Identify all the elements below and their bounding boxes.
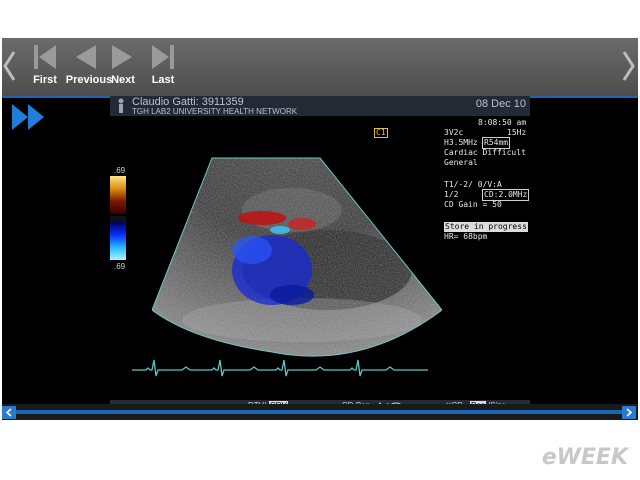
chevron-right-icon — [626, 408, 633, 417]
info-cd-line: 1/2 — [444, 190, 459, 199]
fast-forward-button[interactable] — [10, 102, 48, 137]
exam-date: 08 Dec 10 — [475, 98, 526, 110]
fast-forward-icon — [12, 104, 44, 130]
ecg-trace — [132, 359, 428, 377]
viewer-frame: First Previous Next Last Claudio Gatti: … — [2, 38, 638, 420]
scroll-right-button[interactable] — [622, 406, 636, 419]
info-preset-2: General — [444, 158, 478, 167]
scale-positive — [110, 176, 126, 214]
toolbar-right-arrow[interactable] — [620, 46, 636, 86]
toolbar-left-arrow[interactable] — [2, 46, 18, 86]
c1-marker: C1 — [374, 128, 388, 138]
slideshow-toolbar: First Previous Next Last — [2, 38, 638, 96]
ultrasound-image — [152, 157, 442, 357]
skip-last-icon — [152, 45, 174, 69]
chevron-left-icon — [5, 408, 12, 417]
scale-top-value: .69 — [114, 166, 126, 175]
horizontal-scrollbar[interactable] — [2, 404, 638, 420]
eweek-watermark: eWEEK — [541, 445, 628, 470]
institution-name: TGH LAB2 UNIVERSITY HEALTH NETWORK — [132, 107, 298, 116]
info-time: 8:08:50 am — [478, 118, 527, 127]
info-heart-rate: HR= 68bpm — [444, 232, 488, 241]
last-button[interactable]: Last — [138, 40, 188, 90]
patient-header: Claudio Gatti: 3911359 TGH LAB2 UNIVERSI… — [110, 96, 530, 116]
scale-negative — [110, 222, 126, 260]
skip-first-icon — [34, 45, 56, 69]
person-icon — [118, 98, 124, 113]
scroll-track[interactable] — [16, 410, 622, 414]
last-label: Last — [151, 74, 175, 86]
info-frequency: H3.5MHz — [444, 138, 478, 147]
next-icon — [112, 45, 132, 69]
info-probe: 3V2c — [444, 128, 464, 137]
scale-bottom-value: .69 — [114, 262, 126, 271]
info-preset-1: Cardiac Difficult — [444, 148, 526, 157]
info-store-status: Store in progress — [444, 222, 528, 232]
scroll-left-button[interactable] — [2, 406, 16, 419]
patient-name: Claudio Gatti: 3911359 — [132, 96, 244, 108]
previous-icon — [76, 45, 96, 69]
info-cd-gain: CD Gain = 50 — [444, 200, 502, 209]
